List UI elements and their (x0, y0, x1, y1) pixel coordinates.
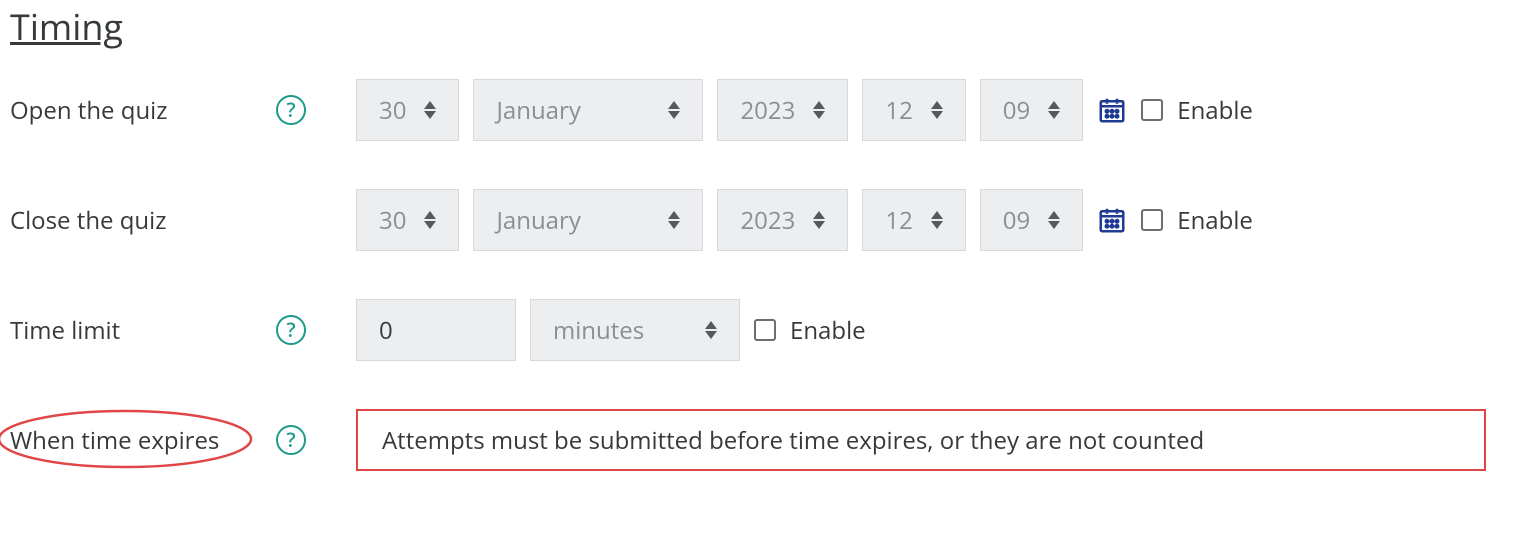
open-enable-label: Enable (1177, 94, 1253, 127)
time-limit-value: 0 (379, 314, 393, 347)
time-limit-unit-value: minutes (553, 314, 644, 347)
close-day-value: 30 (379, 204, 406, 237)
open-month-select[interactable]: January (473, 79, 703, 141)
open-year-value: 2023 (740, 94, 795, 127)
sort-icon (1048, 101, 1060, 119)
open-day-value: 30 (379, 94, 406, 127)
open-enable-checkbox[interactable] (1141, 99, 1163, 121)
sort-icon (931, 101, 943, 119)
close-month-value: January (496, 204, 580, 237)
row-time-limit: Time limit ? 0 minutes Enable (10, 299, 1507, 361)
label-time-limit: Time limit (10, 314, 120, 347)
open-minute-select[interactable]: 09 (980, 79, 1083, 141)
open-minute-value: 09 (1003, 94, 1030, 127)
sort-icon (813, 211, 825, 229)
help-icon[interactable]: ? (276, 95, 306, 125)
row-open-quiz: Open the quiz ? 30 January 2023 (10, 79, 1507, 141)
sort-icon (813, 101, 825, 119)
row-when-time-expires: When time expires ? Attempts must be sub… (10, 409, 1507, 471)
sort-icon (705, 321, 717, 339)
close-hour-select[interactable]: 12 (862, 189, 965, 251)
help-icon[interactable]: ? (276, 315, 306, 345)
sort-icon (668, 211, 680, 229)
close-year-value: 2023 (740, 204, 795, 237)
calendar-icon[interactable] (1097, 95, 1127, 125)
time-limit-input[interactable]: 0 (356, 299, 516, 361)
sort-icon (668, 101, 680, 119)
row-close-quiz: Close the quiz 30 January 2023 12 (10, 189, 1507, 251)
label-close-quiz: Close the quiz (10, 204, 166, 237)
close-day-select[interactable]: 30 (356, 189, 459, 251)
calendar-icon[interactable] (1097, 205, 1127, 235)
limit-enable-checkbox[interactable] (754, 319, 776, 341)
time-limit-unit-select[interactable]: minutes (530, 299, 740, 361)
close-year-select[interactable]: 2023 (717, 189, 848, 251)
open-hour-select[interactable]: 12 (862, 79, 965, 141)
open-day-select[interactable]: 30 (356, 79, 459, 141)
sort-icon (1048, 211, 1060, 229)
open-month-value: January (496, 94, 580, 127)
open-hour-value: 12 (885, 94, 912, 127)
close-enable-label: Enable (1177, 204, 1253, 237)
open-year-select[interactable]: 2023 (717, 79, 848, 141)
sort-icon (931, 211, 943, 229)
limit-enable-label: Enable (790, 314, 866, 347)
when-time-expires-select[interactable]: Attempts must be submitted before time e… (356, 409, 1486, 471)
label-open-quiz: Open the quiz (10, 94, 167, 127)
when-time-expires-value: Attempts must be submitted before time e… (382, 424, 1204, 457)
sort-icon (424, 101, 436, 119)
close-month-select[interactable]: January (473, 189, 703, 251)
label-when-time-expires: When time expires (10, 424, 219, 457)
section-heading-timing[interactable]: Timing (10, 2, 1507, 51)
help-icon[interactable]: ? (276, 425, 306, 455)
close-enable-checkbox[interactable] (1141, 209, 1163, 231)
close-hour-value: 12 (885, 204, 912, 237)
close-minute-select[interactable]: 09 (980, 189, 1083, 251)
sort-icon (424, 211, 436, 229)
close-minute-value: 09 (1003, 204, 1030, 237)
